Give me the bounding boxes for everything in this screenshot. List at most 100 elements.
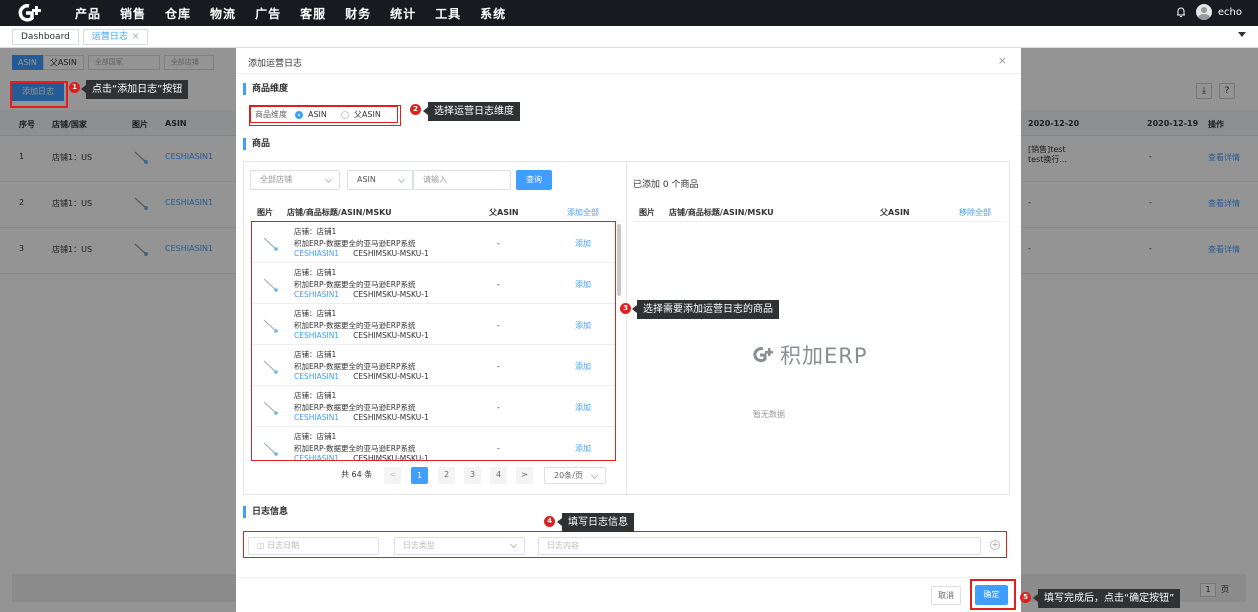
nav-item[interactable]: 系统 bbox=[480, 5, 506, 22]
annotation-badge: 1 bbox=[69, 82, 80, 93]
add-item-link[interactable]: 添加 bbox=[575, 238, 591, 249]
log-date-input[interactable]: ◫ 日志日期 bbox=[248, 537, 379, 555]
brand-logo-icon[interactable] bbox=[15, 3, 43, 23]
pagination-page-4[interactable]: 4 bbox=[490, 467, 507, 484]
product-image bbox=[261, 398, 281, 418]
item-asin[interactable]: CESHIASIN1 bbox=[294, 331, 339, 340]
item-asin[interactable]: CESHIASIN1 bbox=[294, 249, 339, 258]
item-parent-asin: - bbox=[497, 403, 500, 412]
annotation-badge: 2 bbox=[410, 104, 421, 115]
product-image bbox=[261, 234, 281, 254]
item-title: 积加ERP-数据更全的亚马逊ERP系统 bbox=[294, 444, 416, 453]
annotation-tooltip: 填写完成后，点击“确定按钮” bbox=[1032, 589, 1181, 608]
main-menu: 产品 销售 仓库 物流 广告 客服 财务 统计 工具 系统 bbox=[75, 5, 525, 22]
add-item-link[interactable]: 添加 bbox=[575, 443, 591, 454]
avatar[interactable] bbox=[1195, 4, 1212, 20]
annotation-tooltip: 选择运营日志维度 bbox=[423, 102, 520, 121]
dialog-footer-divider bbox=[236, 577, 1021, 578]
item-title: 积加ERP-数据更全的亚马逊ERP系统 bbox=[294, 280, 416, 289]
page-size-select[interactable]: 20条/页 bbox=[544, 467, 606, 484]
nav-item[interactable]: 销售 bbox=[120, 5, 146, 22]
field-select[interactable]: ASIN bbox=[347, 170, 413, 190]
store-select[interactable]: 全部店铺 bbox=[250, 170, 340, 190]
add-row-icon[interactable]: + bbox=[990, 540, 1000, 550]
nav-item[interactable]: 统计 bbox=[390, 5, 416, 22]
section-goods-title: 商品 bbox=[243, 138, 270, 150]
pagination-next[interactable]: > bbox=[516, 467, 533, 484]
list-item: 店铺：店铺1 积加ERP-数据更全的亚马逊ERP系统 CESHIASIN1 CESHI… bbox=[252, 427, 615, 460]
cancel-button[interactable]: 取消 bbox=[931, 586, 961, 605]
right-header-parent: 父ASIN bbox=[880, 208, 910, 217]
page-size-value: 20条/页 bbox=[554, 471, 583, 480]
chevron-down-icon[interactable] bbox=[1238, 32, 1246, 37]
field-select-value: ASIN bbox=[357, 175, 376, 184]
username[interactable]: echo bbox=[1218, 7, 1242, 18]
add-all-link[interactable]: 添加全部 bbox=[567, 207, 599, 218]
pagination-page-2[interactable]: 2 bbox=[438, 467, 455, 484]
nav-item[interactable]: 工具 bbox=[435, 5, 461, 22]
highlight-add-log bbox=[10, 81, 68, 108]
log-date-placeholder: 日志日期 bbox=[267, 541, 300, 550]
item-msku: CESHIMSKU-MSKU-1 bbox=[353, 249, 429, 258]
panel-divider bbox=[626, 162, 627, 496]
item-store: 店铺：店铺1 bbox=[294, 432, 337, 441]
item-title: 积加ERP-数据更全的亚马逊ERP系统 bbox=[294, 403, 416, 412]
item-asin[interactable]: CESHIASIN1 bbox=[294, 454, 339, 460]
close-icon[interactable]: × bbox=[998, 54, 1007, 67]
list-item: 店铺：店铺1 积加ERP-数据更全的亚马逊ERP系统 CESHIASIN1 CESHI… bbox=[252, 345, 615, 386]
pagination-total: 共 64 条 bbox=[341, 470, 373, 479]
nav-item[interactable]: 财务 bbox=[345, 5, 371, 22]
item-asin[interactable]: CESHIASIN1 bbox=[294, 413, 339, 422]
item-asin[interactable]: CESHIASIN1 bbox=[294, 290, 339, 299]
item-store: 店铺：店铺1 bbox=[294, 268, 337, 277]
add-item-link[interactable]: 添加 bbox=[575, 402, 591, 413]
added-count: 已添加 0 个商品 bbox=[633, 180, 699, 190]
annotation-tooltip: 填写日志信息 bbox=[557, 513, 634, 532]
remove-all-link[interactable]: 移除全部 bbox=[959, 207, 991, 218]
section-dimension-title: 商品维度 bbox=[243, 83, 288, 95]
nav-item[interactable]: 仓库 bbox=[165, 5, 191, 22]
list-item: 店铺：店铺1 积加ERP-数据更全的亚马逊ERP系统 CESHIASIN1 CESHI… bbox=[252, 263, 615, 304]
nav-item[interactable]: 广告 bbox=[255, 5, 281, 22]
item-msku: CESHIMSKU-MSKU-1 bbox=[353, 413, 429, 422]
add-item-link[interactable]: 添加 bbox=[575, 320, 591, 331]
dialog-title: 添加运营日志 bbox=[248, 59, 303, 69]
highlight-confirm bbox=[970, 579, 1016, 610]
search-input[interactable]: 请输入 bbox=[413, 170, 511, 190]
item-msku: CESHIMSKU-MSKU-1 bbox=[353, 290, 429, 299]
list-scrollbar[interactable] bbox=[617, 224, 621, 296]
bell-icon[interactable] bbox=[1176, 6, 1186, 18]
item-title: 积加ERP-数据更全的亚马逊ERP系统 bbox=[294, 362, 416, 371]
item-asin[interactable]: CESHIASIN1 bbox=[294, 372, 339, 381]
tab-label: 运营日志 bbox=[91, 31, 128, 42]
nav-item[interactable]: 物流 bbox=[210, 5, 236, 22]
nav-item[interactable]: 产品 bbox=[75, 5, 101, 22]
pagination-page-1[interactable]: 1 bbox=[411, 467, 428, 484]
log-type-select[interactable]: 日志类型 bbox=[394, 537, 525, 555]
tab-operation-log[interactable]: 运营日志 × bbox=[82, 28, 149, 45]
left-header-title: 店铺/商品标题/ASIN/MSKU bbox=[287, 208, 392, 217]
list-item: 店铺：店铺1 积加ERP-数据更全的亚马逊ERP系统 CESHIASIN1 CESHI… bbox=[252, 386, 615, 427]
chevron-down-icon bbox=[509, 540, 518, 549]
log-content-textarea[interactable]: 日志内容 bbox=[538, 537, 981, 555]
item-parent-asin: - bbox=[497, 362, 500, 371]
item-store: 店铺：店铺1 bbox=[294, 391, 337, 400]
log-info-form: ◫ 日志日期 日志类型 日志内容 + bbox=[243, 531, 1007, 558]
add-item-link[interactable]: 添加 bbox=[575, 279, 591, 290]
close-icon[interactable]: × bbox=[132, 32, 140, 42]
pagination-page-3[interactable]: 3 bbox=[464, 467, 481, 484]
nav-item[interactable]: 客服 bbox=[300, 5, 326, 22]
annotation-tooltip: 点击“添加日志”按钮 bbox=[80, 80, 189, 99]
product-image bbox=[261, 275, 281, 295]
tab-dashboard[interactable]: Dashboard bbox=[12, 28, 79, 45]
goods-list: 店铺：店铺1 积加ERP-数据更全的亚马逊ERP系统 CESHIASIN1 CESHI… bbox=[251, 221, 616, 461]
right-table-header: 图片 店铺/商品标题/ASIN/MSKU 父ASIN 移除全部 bbox=[632, 199, 1004, 222]
item-parent-asin: - bbox=[497, 239, 500, 248]
brand-watermark: 积加ERP bbox=[752, 340, 868, 370]
query-button[interactable]: 查询 bbox=[516, 170, 552, 190]
item-parent-asin: - bbox=[497, 321, 500, 330]
highlight-dimension bbox=[249, 105, 401, 126]
pagination-prev[interactable]: < bbox=[384, 467, 401, 484]
annotation-tooltip: 选择需要添加运营日志的商品 bbox=[632, 300, 779, 319]
add-item-link[interactable]: 添加 bbox=[575, 361, 591, 372]
